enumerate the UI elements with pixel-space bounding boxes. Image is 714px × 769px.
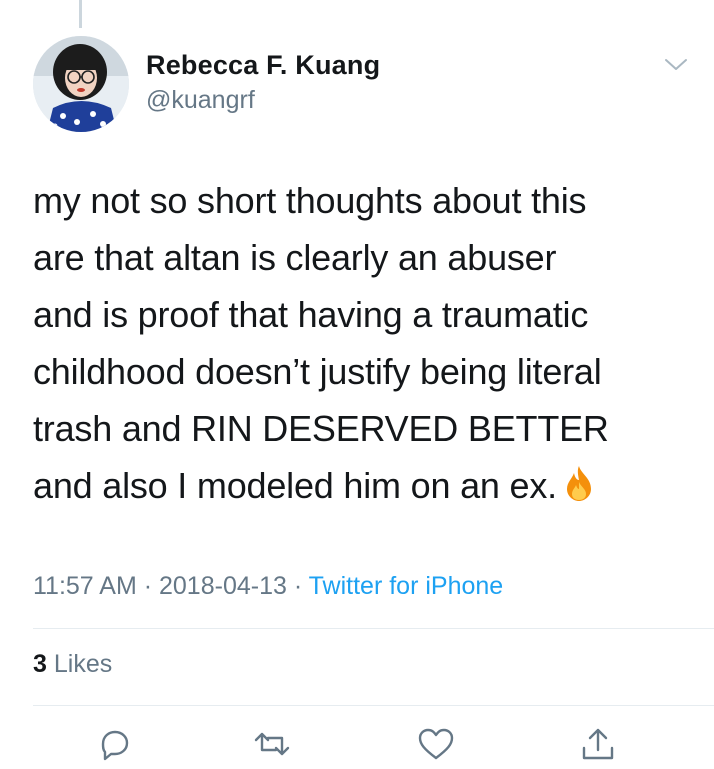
meta-separator: · [286, 572, 309, 600]
tweet-line: trash and RIN DESERVED BETTER [33, 408, 609, 449]
reply-icon[interactable] [93, 724, 137, 764]
author-handle[interactable]: @kuangrf [146, 86, 255, 115]
tweet-line: my not so short thoughts about this [33, 180, 587, 221]
author-name[interactable]: Rebecca F. Kuang [146, 50, 380, 81]
share-icon[interactable] [576, 724, 620, 764]
heart-icon[interactable] [414, 724, 458, 764]
retweet-icon[interactable] [250, 724, 294, 764]
divider [33, 705, 714, 706]
tweet-line: childhood doesn’t justify being literal [33, 351, 602, 392]
likes-label: Likes [53, 650, 113, 678]
likes-stat[interactable]: 3 Likes [33, 650, 112, 679]
avatar-image [33, 36, 129, 132]
tweet-meta: 11:57 AM · 2018-04-13 · Twitter for iPho… [33, 572, 503, 601]
tweet-text: my not so short thoughts about this are … [33, 172, 683, 518]
thread-connector-line [79, 0, 82, 28]
chevron-down-icon[interactable] [662, 52, 690, 76]
tweet-time[interactable]: 11:57 AM [33, 572, 137, 600]
likes-count: 3 [33, 650, 47, 678]
divider [33, 628, 714, 629]
tweet-source-link[interactable]: Twitter for iPhone [309, 572, 504, 600]
tweet-line: and is proof that having a traumatic [33, 294, 589, 335]
tweet-date[interactable]: 2018-04-13 [159, 572, 287, 600]
tweet-line: and also I modeled him on an ex. [33, 465, 557, 506]
meta-separator: · [136, 572, 159, 600]
avatar[interactable] [33, 36, 129, 132]
fire-emoji-icon [563, 461, 595, 518]
tweet-line: are that altan is clearly an abuser [33, 237, 557, 278]
